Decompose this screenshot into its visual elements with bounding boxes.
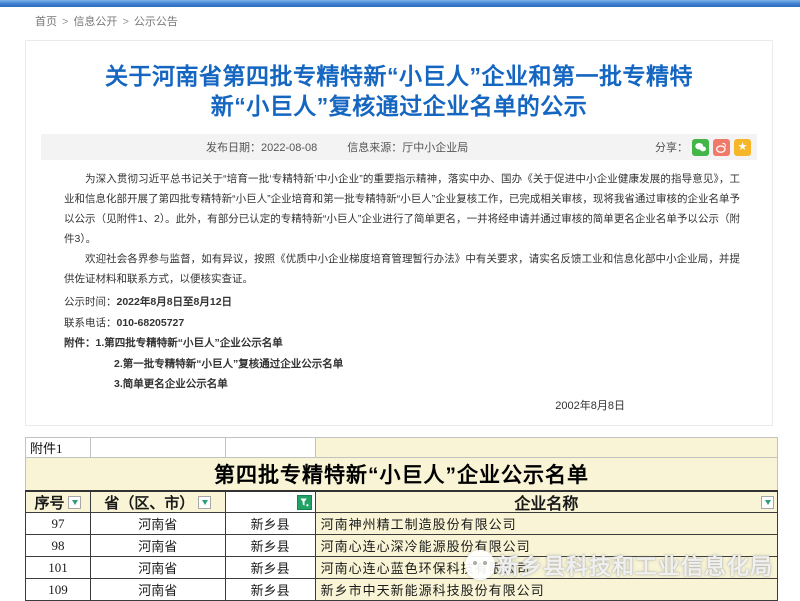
spreadsheet: 附件1 第四批专精特新“小巨人”企业公示名单 序号 省（区、市） 企业名称 97… [25, 437, 778, 601]
empty-cell [226, 438, 316, 458]
filter-dropdown-icon[interactable] [68, 496, 81, 509]
paragraph: 欢迎社会各界参与监督，如有异议，按照《优质中小企业梯度培育管理暂行办法》中有关要… [64, 249, 740, 289]
filter-dropdown-icon[interactable] [198, 496, 211, 509]
county-cell: 新乡县 [226, 579, 316, 600]
company-name-cell: 新乡市中天新能源科技股份有限公司 [316, 579, 778, 600]
article-body: 为深入贯彻习近平总书记关于“培育一批‘专精特新’中小企业”的重要指示精神，落实中… [64, 169, 740, 416]
attachments-label: 附件： [64, 337, 96, 349]
province-cell: 河南省 [91, 535, 226, 556]
company-name-cell: 河南心连心蓝色环保科技有限公司 [316, 557, 778, 578]
county-cell: 新乡县 [226, 557, 316, 578]
paragraph: 为深入贯彻习近平总书记关于“培育一批‘专精特新’中小企业”的重要指示精神，落实中… [64, 169, 740, 249]
weibo-icon[interactable] [713, 139, 730, 156]
favorite-star-icon[interactable]: ★ [734, 139, 751, 156]
breadcrumb-separator: > [62, 16, 68, 28]
share-bar: 分享： ★ [655, 139, 751, 156]
table-row: 97河南省新乡县河南神州精工制造股份有限公司 [25, 513, 778, 535]
row-index-cell: 109 [26, 579, 91, 600]
top-blue-bar [0, 0, 800, 7]
empty-cell [91, 438, 226, 458]
attachment-item-1-row: 附件：1.第四批专精特新“小巨人”企业公示名单 [64, 333, 740, 354]
row-index-cell: 97 [26, 513, 91, 534]
attachment-link[interactable]: 2.第一批专精特新“小巨人”复核通过企业公示名单 [114, 358, 343, 370]
empty-cell [316, 438, 778, 458]
breadcrumb-separator: > [122, 16, 128, 28]
active-filter-funnel-icon[interactable] [297, 495, 312, 510]
table-row: 109河南省新乡县新乡市中天新能源科技股份有限公司 [25, 579, 778, 601]
publicity-time: 公示时间：2022年8月8日至8月12日 [64, 292, 740, 313]
province-cell: 河南省 [91, 557, 226, 578]
page-title: 关于河南省第四批专精特新“小巨人”企业和第一批专精特新“小巨人”复核通过企业名单… [82, 61, 716, 121]
header-cell-province: 省（区、市） [91, 492, 226, 512]
province-cell: 河南省 [91, 513, 226, 534]
table-title: 第四批专精特新“小巨人”企业公示名单 [214, 459, 589, 489]
filter-dropdown-icon[interactable] [761, 496, 774, 509]
article-meta-bar: 发布日期：2022-08-08 信息来源：厅中小企业局 分享： ★ [41, 134, 757, 160]
attachment-link[interactable]: 1.第四批专精特新“小巨人”企业公示名单 [96, 337, 283, 349]
breadcrumb-item[interactable]: 首页 [35, 16, 57, 28]
company-name-cell: 河南心连心深冷能源股份有限公司 [316, 535, 778, 556]
attachment1-cell: 附件1 [26, 438, 91, 458]
breadcrumb: 首页 > 信息公开 > 公示公告 [35, 13, 178, 29]
table-body: 97河南省新乡县河南神州精工制造股份有限公司98河南省新乡县河南心连心深冷能源股… [25, 513, 778, 601]
info-source: 信息来源：厅中小企业局 [347, 139, 468, 155]
company-name-cell: 河南神州精工制造股份有限公司 [316, 513, 778, 534]
article-card: 关于河南省第四批专精特新“小巨人”企业和第一批专精特新“小巨人”复核通过企业名单… [25, 40, 773, 426]
table-title-row: 第四批专精特新“小巨人”企业公示名单 [25, 458, 778, 490]
province-cell: 河南省 [91, 579, 226, 600]
header-cell-county [226, 492, 316, 512]
table-row: 98河南省新乡县河南心连心深冷能源股份有限公司 [25, 535, 778, 557]
header-cell-company: 企业名称 [316, 492, 778, 512]
attachment-link[interactable]: 3.简单更名企业公示名单 [114, 378, 228, 390]
breadcrumb-item[interactable]: 信息公开 [73, 16, 117, 28]
publish-date: 发布日期：2022-08-08 [206, 139, 317, 155]
county-cell: 新乡县 [226, 535, 316, 556]
row-index-cell: 101 [26, 557, 91, 578]
table-header-row: 序号 省（区、市） 企业名称 [25, 490, 778, 513]
header-cell-seq: 序号 [26, 492, 91, 512]
attachment-label-row: 附件1 [25, 437, 778, 458]
breadcrumb-item[interactable]: 公示公告 [134, 16, 178, 28]
contact-phone: 联系电话：010-68205727 [64, 313, 740, 334]
sign-date: 2002年8月8日 [64, 396, 740, 416]
county-cell: 新乡县 [226, 513, 316, 534]
share-label: 分享： [655, 139, 688, 155]
table-row: 101河南省新乡县河南心连心蓝色环保科技有限公司 [25, 557, 778, 579]
wechat-icon[interactable] [692, 139, 709, 156]
row-index-cell: 98 [26, 535, 91, 556]
